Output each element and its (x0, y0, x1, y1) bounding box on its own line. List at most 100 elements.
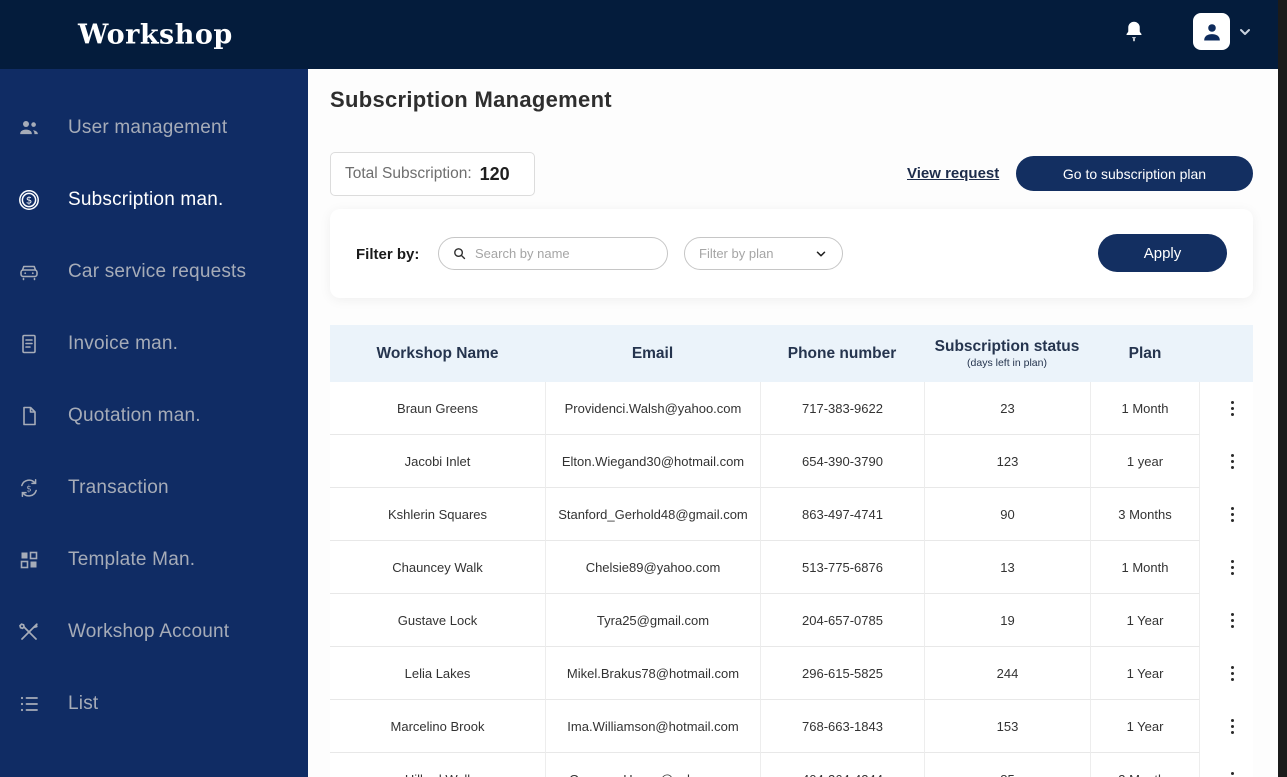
users-icon (17, 116, 41, 140)
cell-email: Chelsie89@yahoo.com (545, 541, 760, 594)
sidebar-item-transaction[interactable]: $ Transaction (0, 452, 308, 524)
cell-subscription-status: 19 (924, 594, 1090, 647)
cell-email: Providenci.Walsh@yahoo.com (545, 382, 760, 435)
cell-workshop-name: Hillard Wall (330, 753, 545, 777)
dollar-coin-icon: $ (17, 188, 41, 212)
go-to-subscription-plan-button[interactable]: Go to subscription plan (1016, 156, 1253, 191)
cell-workshop-name: Gustave Lock (330, 594, 545, 647)
transaction-icon: $ (17, 476, 41, 500)
cell-phone-number: 404-264-4244 (760, 753, 924, 777)
svg-text:$: $ (26, 484, 31, 494)
view-request-link[interactable]: View request (907, 165, 999, 182)
search-by-name-field[interactable] (438, 237, 668, 270)
sidebar-item-user-management[interactable]: User management (0, 92, 308, 164)
cell-subscription-status: 23 (924, 382, 1090, 435)
cell-subscription-status: 244 (924, 647, 1090, 700)
cell-workshop-name: Marcelino Brook (330, 700, 545, 753)
col-status-subtitle: (days left in plan) (967, 357, 1047, 369)
cell-email: Ima.Williamson@hotmail.com (545, 700, 760, 753)
table-row: Braun Greens Providenci.Walsh@yahoo.com … (330, 382, 1253, 435)
page-title: Subscription Management (330, 87, 612, 112)
cell-plan: 3 Months (1090, 753, 1200, 777)
cell-subscription-status: 13 (924, 541, 1090, 594)
cell-subscription-status: 153 (924, 700, 1090, 753)
table-row: Chauncey Walk Chelsie89@yahoo.com 513-77… (330, 541, 1253, 594)
cell-email: Elton.Wiegand30@hotmail.com (545, 435, 760, 488)
cell-email: Stanford_Gerhold48@gmail.com (545, 488, 760, 541)
cell-plan: 1 Year (1090, 647, 1200, 700)
sidebar-nav: User management $ Subscription man. Car … (0, 69, 308, 777)
cell-subscription-status: 123 (924, 435, 1090, 488)
sidebar-item-subscription-man[interactable]: $ Subscription man. (0, 164, 308, 236)
apply-button[interactable]: Apply (1098, 234, 1227, 272)
cell-plan: 1 Year (1090, 700, 1200, 753)
svg-text:$: $ (26, 196, 32, 207)
table-row: Marcelino Brook Ima.Williamson@hotmail.c… (330, 700, 1253, 753)
filter-by-plan-value: Filter by plan (699, 246, 774, 261)
table-body: Braun Greens Providenci.Walsh@yahoo.com … (330, 382, 1253, 777)
user-avatar-icon[interactable] (1193, 13, 1230, 50)
sidebar-item-list[interactable]: List (0, 668, 308, 740)
subscriptions-table: Workshop Name Email Phone number Subscri… (330, 325, 1253, 777)
page-icon (17, 404, 41, 428)
sidebar-item-quotation-man[interactable]: Quotation man. (0, 380, 308, 452)
app-logo: Workshop (78, 19, 233, 50)
sidebar-item-car-service-requests[interactable]: Car service requests (0, 236, 308, 308)
cell-plan: 1 Month (1090, 541, 1200, 594)
filter-bar: Filter by: Filter by plan Apply (330, 209, 1253, 298)
total-subscription-value: 120 (479, 163, 510, 184)
row-actions-kebab-icon[interactable] (1200, 488, 1253, 541)
cell-phone-number: 717-383-9622 (760, 382, 924, 435)
cell-subscription-status: 90 (924, 488, 1090, 541)
cell-phone-number: 768-663-1843 (760, 700, 924, 753)
row-actions-kebab-icon[interactable] (1200, 435, 1253, 488)
cell-phone-number: 513-775-6876 (760, 541, 924, 594)
row-actions-kebab-icon[interactable] (1200, 753, 1253, 777)
col-subscription-status: Subscription status (days left in plan) (924, 338, 1090, 369)
cell-phone-number: 204-657-0785 (760, 594, 924, 647)
row-actions-kebab-icon[interactable] (1200, 647, 1253, 700)
col-workshop-name: Workshop Name (376, 344, 499, 362)
cell-plan: 1 Year (1090, 594, 1200, 647)
cell-plan: 3 Months (1090, 488, 1200, 541)
col-email: Email (631, 344, 674, 362)
search-icon (454, 248, 466, 260)
cell-plan: 1 year (1090, 435, 1200, 488)
table-header-row: Workshop Name Email Phone number Subscri… (330, 325, 1253, 382)
cell-workshop-name: Chauncey Walk (330, 541, 545, 594)
col-phone-number: Phone number (787, 344, 897, 362)
search-input[interactable] (475, 246, 650, 261)
cell-workshop-name: Jacobi Inlet (330, 435, 545, 488)
cell-subscription-status: 85 (924, 753, 1090, 777)
cell-email: Mikel.Brakus78@hotmail.com (545, 647, 760, 700)
row-actions-kebab-icon[interactable] (1200, 700, 1253, 753)
cell-email: Gregory_Hayes@yahoo.com (545, 753, 760, 777)
notifications-bell-icon[interactable] (1121, 19, 1147, 47)
template-icon (17, 548, 41, 572)
sidebar-item-invoice-man[interactable]: Invoice man. (0, 308, 308, 380)
sidebar-item-workshop-account[interactable]: Workshop Account (0, 596, 308, 668)
car-icon (17, 260, 41, 284)
row-actions-kebab-icon[interactable] (1200, 594, 1253, 647)
col-plan: Plan (1128, 344, 1162, 362)
tools-icon (17, 620, 41, 644)
cell-workshop-name: Lelia Lakes (330, 647, 545, 700)
cell-phone-number: 863-497-4741 (760, 488, 924, 541)
table-row: Hillard Wall Gregory_Hayes@yahoo.com 404… (330, 753, 1253, 777)
filter-by-plan-dropdown[interactable]: Filter by plan (684, 237, 843, 270)
sidebar-item-template-man[interactable]: Template Man. (0, 524, 308, 596)
table-row: Gustave Lock Tyra25@gmail.com 204-657-07… (330, 594, 1253, 647)
total-subscription-label: Total Subscription: (345, 165, 472, 182)
cell-workshop-name: Braun Greens (330, 382, 545, 435)
cell-phone-number: 654-390-3790 (760, 435, 924, 488)
right-edge-strip (1278, 0, 1287, 777)
list-icon (17, 692, 41, 716)
invoice-icon (17, 332, 41, 356)
table-row: Kshlerin Squares Stanford_Gerhold48@gmai… (330, 488, 1253, 541)
row-actions-kebab-icon[interactable] (1200, 382, 1253, 435)
total-subscription-box: Total Subscription: 120 (330, 152, 535, 196)
app-window: Workshop User management $ Subscription … (0, 0, 1287, 777)
account-chevron-down-icon[interactable] (1237, 24, 1253, 40)
top-header: Workshop (0, 0, 1278, 69)
row-actions-kebab-icon[interactable] (1200, 541, 1253, 594)
